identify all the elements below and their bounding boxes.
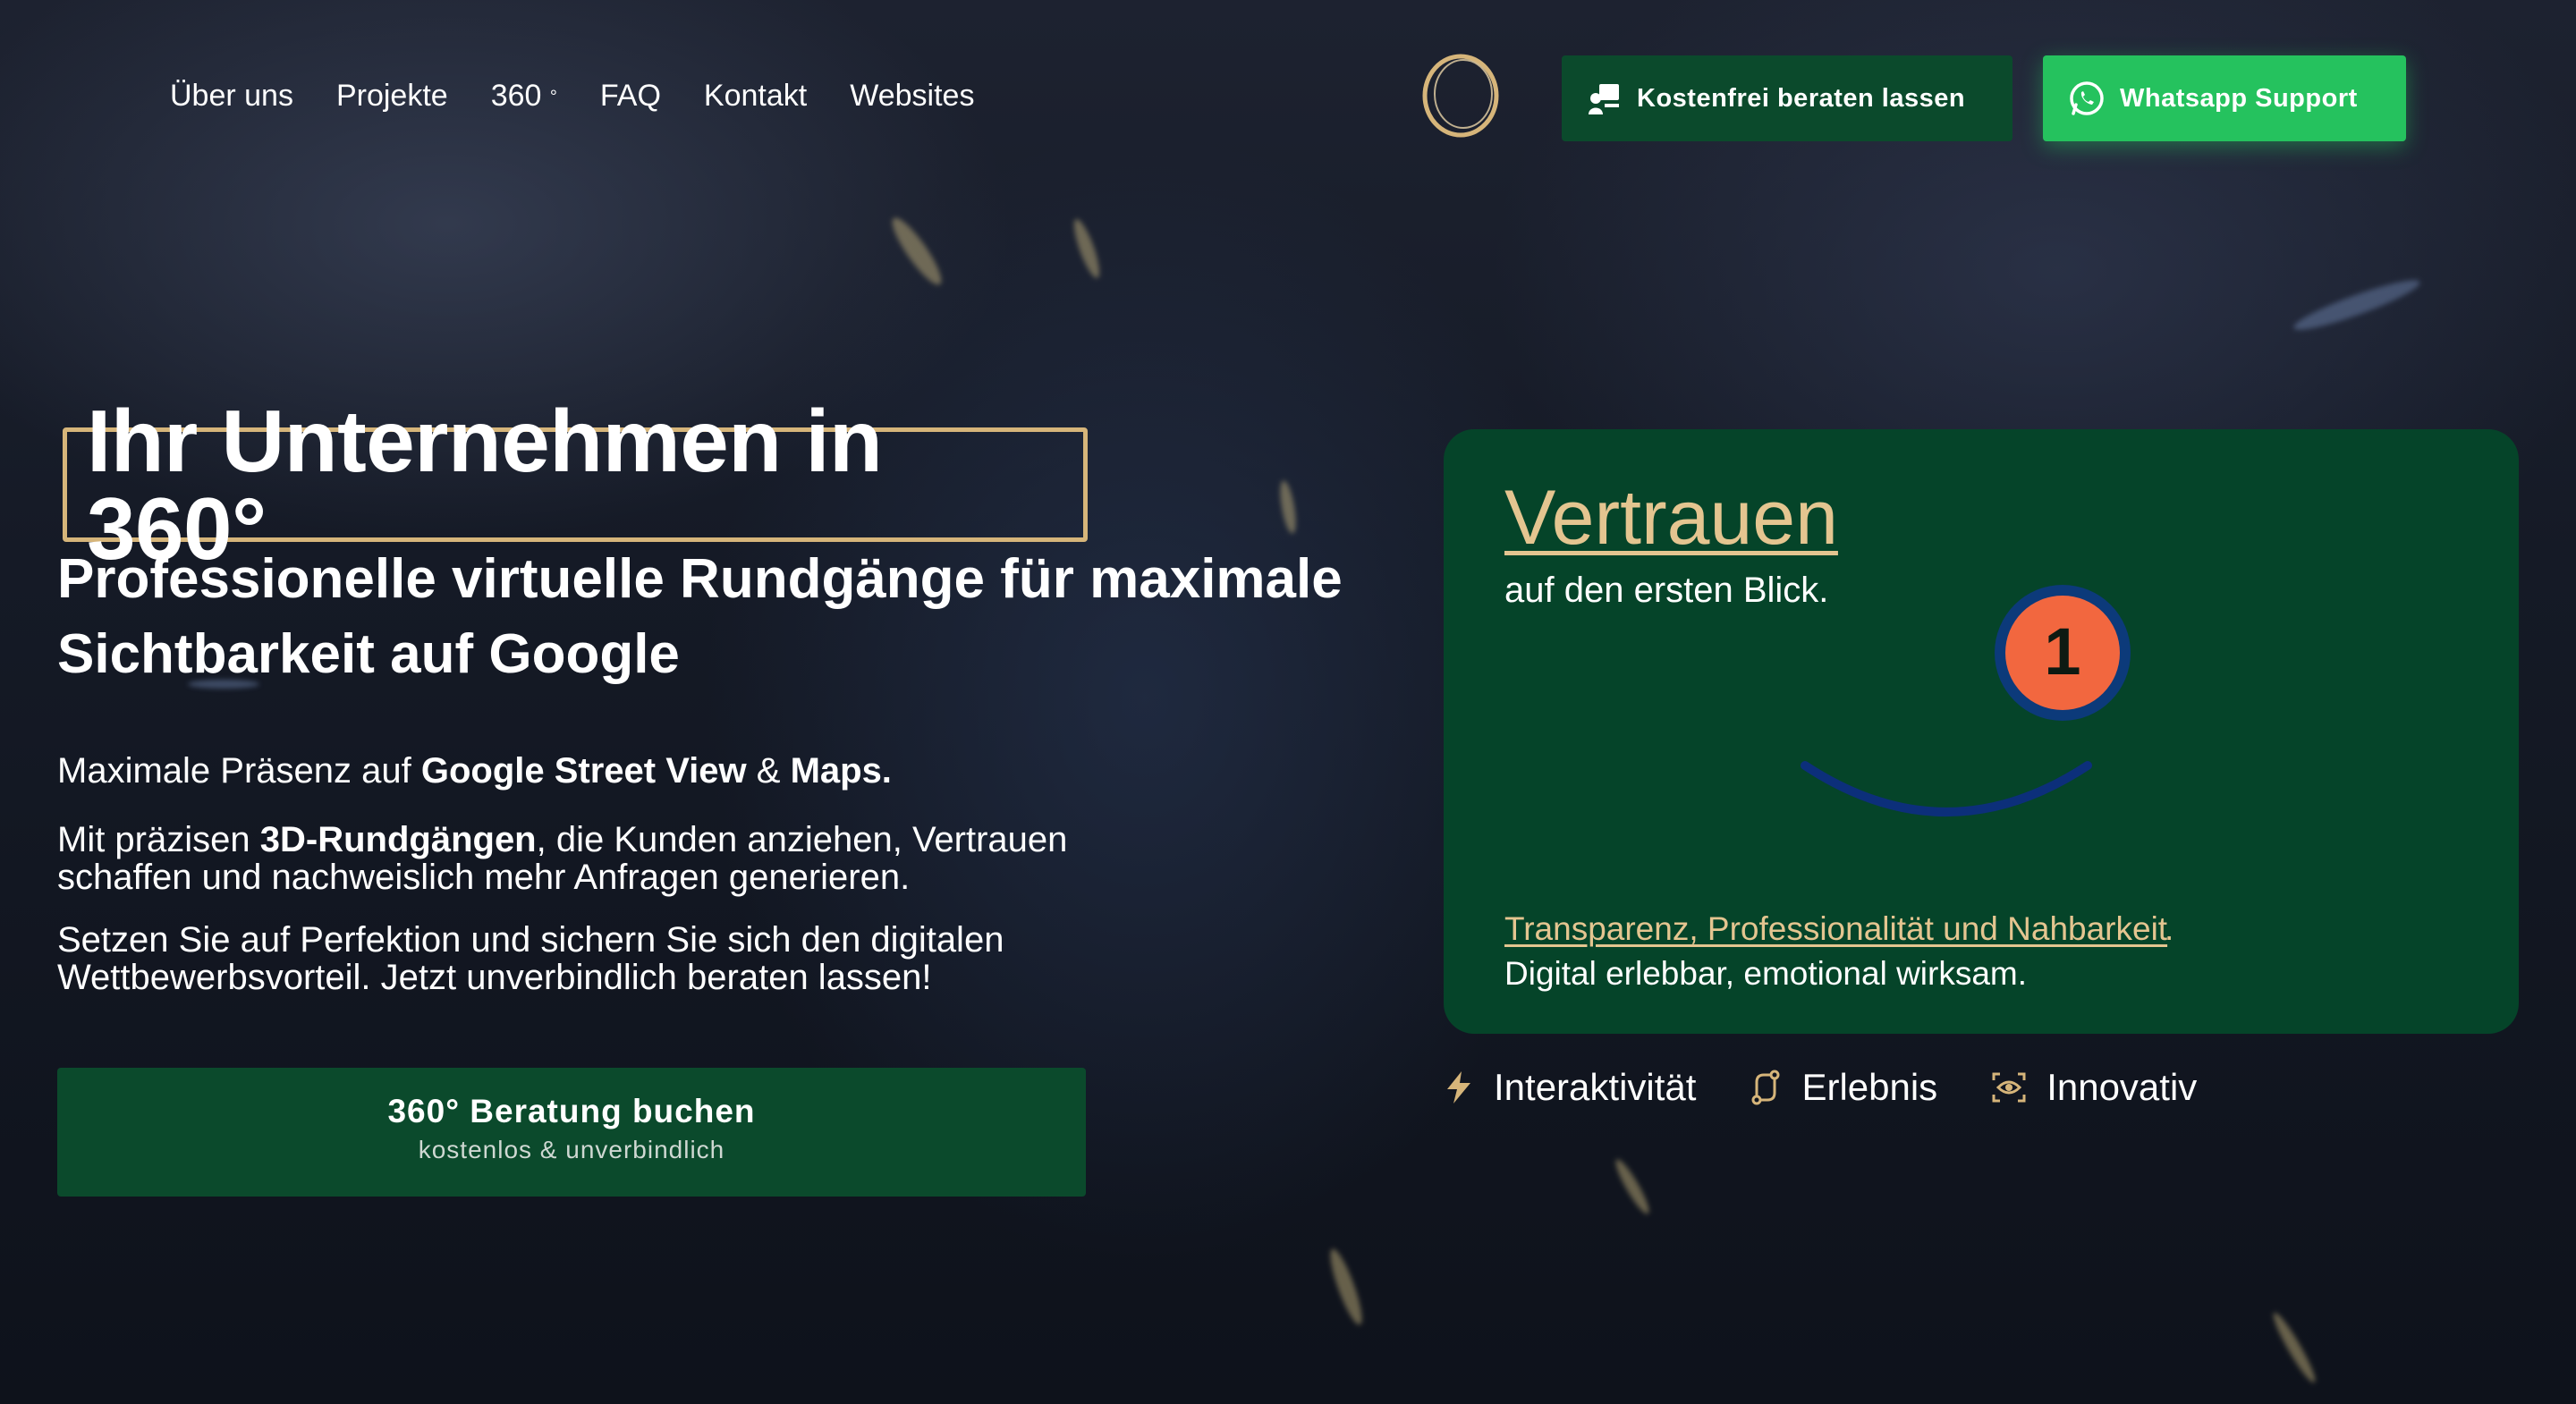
bg-light-streak: [1069, 216, 1105, 281]
p1-maps: Maps.: [790, 751, 892, 791]
feature-label: Erlebnis: [1801, 1066, 1938, 1108]
feature-label: Innovativ: [2046, 1066, 2198, 1108]
nav-link-projects[interactable]: Projekte: [336, 79, 448, 114]
whatsapp-button-label: Whatsapp Support: [2120, 83, 2358, 113]
p1-street-view: Google Street View: [420, 751, 747, 791]
bg-light-streak: [1611, 1156, 1654, 1217]
p1-mid: &: [746, 751, 791, 791]
main-nav: Über uns Projekte 360 ° FAQ Kontakt Webs…: [170, 79, 974, 114]
hero-title-frame: Ihr Unternehmen in 360°: [63, 397, 1088, 572]
logo-ring-icon[interactable]: [1419, 50, 1503, 141]
hero-paragraph-presence: Maximale Präsenz auf Google Street View …: [57, 746, 892, 796]
feature-experience: Erlebnis: [1750, 1066, 1937, 1109]
number-one-badge-icon: 1: [1995, 585, 2131, 721]
trust-card-title: Vertrauen: [1504, 475, 1838, 561]
badge-number: 1: [2044, 614, 2080, 689]
bg-light-streak: [2290, 273, 2424, 337]
trust-card: Vertrauen auf den ersten Blick. 1 Transp…: [1444, 429, 2519, 1034]
nav-link-about[interactable]: Über uns: [170, 79, 293, 114]
bg-light-streak: [2268, 1309, 2320, 1386]
bg-light-streak: [1276, 479, 1300, 535]
cta-sub-label: kostenlos & unverbindlich: [418, 1136, 725, 1163]
p1-prefix: Maximale Präsenz auf: [57, 751, 421, 791]
hero-paragraph-advantage: Setzen Sie auf Perfektion und sichern Si…: [57, 920, 1004, 997]
consult-button[interactable]: Kostenfrei beraten lassen: [1562, 55, 2012, 141]
whatsapp-icon: [2070, 81, 2104, 115]
trust-card-subtitle: auf den ersten Blick.: [1504, 571, 1829, 610]
book-consultation-button[interactable]: 360° Beratung buchen kostenlos & unverbi…: [57, 1068, 1086, 1197]
feature-label: Interaktivität: [1494, 1066, 1697, 1108]
trust-values-link-suffix: .: [2165, 910, 2174, 947]
nav-link-faq[interactable]: FAQ: [600, 79, 661, 114]
trust-values-link[interactable]: Transparenz, Professionalität und Nahbar…: [1504, 910, 2167, 948]
hero-subtitle: Professionelle virtuelle Rundgänge für m…: [57, 548, 1343, 685]
bg-light-streak: [1325, 1246, 1368, 1328]
feature-innovative: Innovativ: [1991, 1066, 2197, 1109]
whatsapp-support-button[interactable]: Whatsapp Support: [2043, 55, 2406, 141]
trust-card-description: Digital erlebbar, emotional wirksam.: [1504, 955, 2028, 992]
cta-main-label: 360° Beratung buchen: [387, 1093, 756, 1129]
eye-scan-icon: [1992, 1072, 2026, 1103]
smile-arc-icon: [1801, 761, 2092, 816]
hero-paragraph-tours: Mit präzisen 3D-Rundgängen, die Kunden a…: [57, 821, 1131, 896]
nav-link-contact[interactable]: Kontakt: [704, 79, 807, 114]
bg-light-streak: [886, 212, 948, 291]
lightning-icon: [1447, 1071, 1470, 1104]
nav-link-360[interactable]: 360 °: [491, 79, 557, 114]
nav-link-360-label: 360: [490, 79, 542, 113]
consultant-icon: [1589, 84, 1619, 114]
feature-interactivity: Interaktivität: [1444, 1066, 1696, 1109]
consult-button-label: Kostenfrei beraten lassen: [1637, 83, 1966, 113]
degree-glyph: °: [549, 87, 557, 107]
p2-3d-tours: 3D-Rundgängen: [259, 820, 537, 859]
route-icon: [1751, 1070, 1780, 1105]
feature-list: Interaktivität Erlebnis Innovativ: [1444, 1066, 2197, 1109]
p2-prefix: Mit präzisen: [57, 820, 260, 859]
nav-link-websites[interactable]: Websites: [850, 79, 974, 114]
